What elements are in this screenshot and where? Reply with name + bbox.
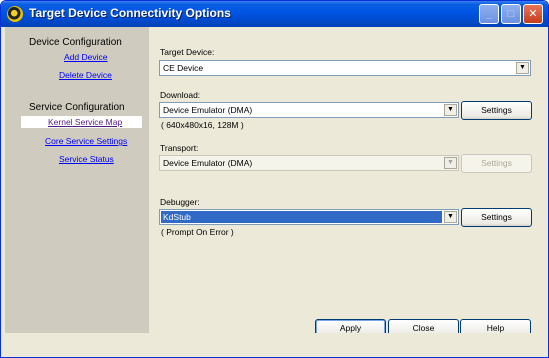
add-device-link[interactable]: Add Device xyxy=(64,52,107,62)
download-info: ( 640x480x16, 128M ) xyxy=(161,120,244,130)
close-window-button[interactable]: ✕ xyxy=(523,4,543,24)
chevron-down-icon[interactable]: ▼ xyxy=(444,157,457,169)
minimize-button[interactable]: _ xyxy=(479,4,499,24)
status-area xyxy=(1,333,548,357)
window-title: Target Device Connectivity Options xyxy=(29,6,231,20)
service-status-link[interactable]: Service Status xyxy=(59,154,114,164)
target-device-select[interactable]: CE Device ▼ xyxy=(159,60,531,76)
debugger-value: KdStub xyxy=(161,211,442,223)
service-config-heading: Service Configuration xyxy=(29,102,125,113)
target-device-value: CE Device xyxy=(163,63,204,73)
debugger-info: ( Prompt On Error ) xyxy=(161,227,234,237)
transport-value: Device Emulator (DMA) xyxy=(163,158,253,168)
sidebar: Device Configuration Add Device Delete D… xyxy=(5,27,149,333)
download-select[interactable]: Device Emulator (DMA) ▼ xyxy=(159,102,459,118)
transport-settings-button[interactable]: Settings xyxy=(461,154,532,173)
download-value: Device Emulator (DMA) xyxy=(163,105,253,115)
dialog-window: Target Device Connectivity Options _ □ ✕… xyxy=(0,0,549,358)
download-settings-button[interactable]: Settings xyxy=(461,101,532,120)
transport-select[interactable]: Device Emulator (DMA) ▼ xyxy=(159,155,459,171)
debugger-settings-button[interactable]: Settings xyxy=(461,208,532,227)
chevron-down-icon[interactable]: ▼ xyxy=(444,104,457,116)
download-label: Download: xyxy=(160,90,201,100)
kernel-service-map-link[interactable]: Kernel Service Map xyxy=(21,116,143,128)
core-service-settings-link[interactable]: Core Service Settings xyxy=(45,136,127,146)
title-bar[interactable]: Target Device Connectivity Options _ □ ✕ xyxy=(1,1,548,27)
chevron-down-icon[interactable]: ▼ xyxy=(444,211,457,223)
debugger-label: Debugger: xyxy=(160,197,200,207)
target-device-label: Target Device: xyxy=(160,47,215,57)
transport-label: Transport: xyxy=(160,143,199,153)
app-icon xyxy=(7,6,23,22)
maximize-button[interactable]: □ xyxy=(501,4,521,24)
chevron-down-icon[interactable]: ▼ xyxy=(516,62,529,74)
device-config-heading: Device Configuration xyxy=(29,37,122,48)
delete-device-link[interactable]: Delete Device xyxy=(59,70,112,80)
debugger-select[interactable]: KdStub ▼ xyxy=(159,209,459,225)
